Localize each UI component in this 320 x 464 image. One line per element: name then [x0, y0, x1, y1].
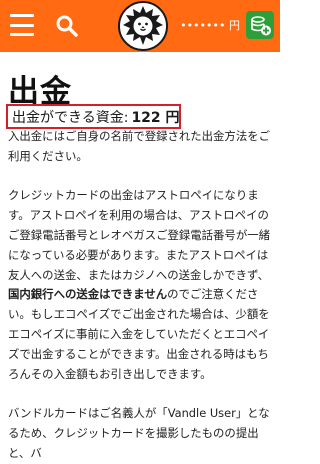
paragraph-credit-card-bold: 国内銀行への送金はできません	[8, 287, 168, 302]
balance-text: ••••••• 円	[180, 19, 240, 32]
withdrawable-amount-box: 出金ができる資金: 122 円	[6, 104, 181, 129]
deposit-button[interactable]	[246, 11, 274, 39]
paragraph-credit-card: クレジットカードの出金はアストロペイになります。アストロペイを利用の場合は、アス…	[8, 186, 274, 384]
withdrawable-amount-value: 122 円	[131, 109, 180, 126]
paragraph-vandle-card: バンドルカードはご名義人が「Vandle User」となるため、クレジットカード…	[8, 406, 270, 460]
balance-display[interactable]: ••••••• 円	[172, 13, 240, 37]
withdrawable-amount-label: 出金ができる資金:	[12, 109, 129, 126]
deposit-plus-icon	[251, 16, 271, 36]
info-text: 入出金にはご自身の名前で登録された出金方法をご利用ください。 クレジットカードの…	[8, 127, 274, 464]
lion-logo[interactable]	[118, 1, 168, 51]
paragraph-credit-card-part1: クレジットカードの出金はアストロペイになります。アストロペイを利用の場合は、アス…	[8, 188, 270, 282]
search-icon[interactable]	[54, 13, 80, 39]
top-header: ••••••• 円	[0, 0, 280, 52]
paragraph-name-requirement: 入出金にはご自身の名前で登録された出金方法をご利用ください。	[8, 129, 270, 163]
menu-icon[interactable]	[10, 14, 34, 36]
